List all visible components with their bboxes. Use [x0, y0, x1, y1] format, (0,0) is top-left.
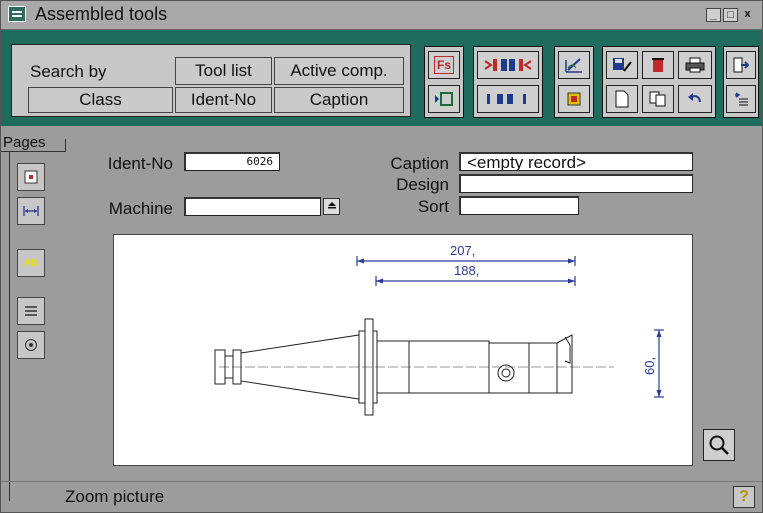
design-field[interactable] [459, 174, 693, 193]
sort-label: Sort [417, 197, 449, 216]
dimension-arrows [357, 258, 662, 397]
delete-icon[interactable] [642, 51, 674, 79]
title-bar[interactable]: Assembled tools _ □ x [1, 1, 762, 30]
page-record-icon[interactable] [17, 163, 45, 191]
status-divider [1, 481, 762, 482]
caption-button[interactable]: Caption [274, 87, 404, 113]
page-dimension-glyph [23, 206, 39, 216]
first-last-icon[interactable] [477, 51, 539, 79]
machine-field[interactable] [184, 197, 321, 216]
sort-field[interactable] [459, 196, 579, 215]
dimension-diameter-label: 60, [642, 357, 657, 375]
options-glyph [735, 92, 748, 106]
fs-label: Fs [433, 56, 454, 74]
record-next-glyph [435, 92, 453, 106]
new-document-glyph [615, 90, 629, 108]
magnifier-icon [709, 435, 729, 455]
app-icon [8, 6, 26, 22]
new-document-icon[interactable] [606, 85, 638, 113]
print-icon[interactable] [678, 51, 712, 79]
tool-list-button[interactable]: Tool list [175, 57, 272, 85]
exit-glyph [733, 57, 749, 73]
copy-glyph [649, 91, 666, 107]
window-title: Assembled tools [35, 4, 168, 24]
record-next-icon[interactable] [428, 85, 460, 113]
save-edit-glyph [613, 58, 632, 72]
minimize-button[interactable]: _ [706, 8, 721, 22]
page-list-glyph [25, 306, 37, 316]
ident-no-label: Ident-No [107, 154, 173, 173]
prev-next-icon[interactable] [477, 85, 539, 113]
prev-next-glyph [487, 94, 526, 104]
pages-tab-edge [65, 139, 66, 152]
exit-icon[interactable] [726, 51, 756, 79]
machine-label: Machine [108, 199, 173, 218]
page-ad-label: AD [23, 257, 39, 269]
pages-left-border [9, 151, 10, 501]
tool-picture[interactable]: 207, 188, 60, [113, 234, 693, 466]
ident-no-field[interactable]: 6026 [184, 152, 280, 171]
tool-drawing: 207, 188, 60, [214, 243, 664, 416]
ident-no-button[interactable]: Ident-No [175, 87, 272, 113]
page-record-glyph [24, 170, 38, 184]
options-icon[interactable] [726, 85, 756, 113]
caption-label: Caption [390, 154, 449, 173]
machine-dropdown-button[interactable] [323, 198, 340, 215]
zoom-button[interactable] [703, 429, 735, 461]
search-by-label: Search by [30, 62, 107, 81]
pages-toolbar: AD [15, 151, 49, 381]
maximize-button[interactable]: □ [723, 8, 738, 22]
copy-icon[interactable] [642, 85, 674, 113]
window-icon[interactable] [558, 85, 590, 113]
print-glyph [685, 57, 705, 73]
toolbar: Search by Tool list Active comp. Class I… [1, 30, 762, 126]
tool-outline [214, 318, 614, 416]
assembled-tools-window: Assembled tools _ □ x Search by Tool lis… [0, 0, 763, 513]
dimension-overall-label: 207, [450, 243, 475, 258]
undo-icon[interactable] [678, 85, 712, 113]
pages-label: Pages [3, 134, 46, 151]
save-edit-icon[interactable] [606, 51, 638, 79]
help-button[interactable]: ? [733, 486, 755, 508]
design-label: Design [396, 175, 449, 194]
dimension-lines [356, 256, 664, 398]
active-comp-button[interactable]: Active comp. [274, 57, 404, 85]
fs-icon[interactable]: Fs [428, 51, 460, 79]
window-glyph [567, 92, 581, 106]
page-dimension-icon[interactable] [17, 197, 45, 225]
undo-glyph [688, 93, 701, 103]
delete-glyph [652, 58, 664, 72]
page-target-glyph [25, 339, 37, 351]
page-list-icon[interactable] [17, 297, 45, 325]
dimension-inner-label: 188, [454, 263, 479, 278]
close-button[interactable]: x [740, 8, 755, 22]
page-target-icon[interactable] [17, 331, 45, 359]
class-button[interactable]: Class [28, 87, 173, 113]
edit-drawing-glyph [565, 58, 582, 73]
chevron-down-icon [327, 202, 336, 209]
first-last-glyph [484, 59, 532, 71]
page-ad-icon[interactable]: AD [17, 249, 45, 277]
edit-drawing-icon[interactable] [558, 51, 590, 79]
caption-field[interactable]: <empty record> [459, 152, 693, 171]
search-panel: Search by Tool list Active comp. Class I… [11, 44, 411, 117]
status-text: Zoom picture [65, 487, 165, 506]
